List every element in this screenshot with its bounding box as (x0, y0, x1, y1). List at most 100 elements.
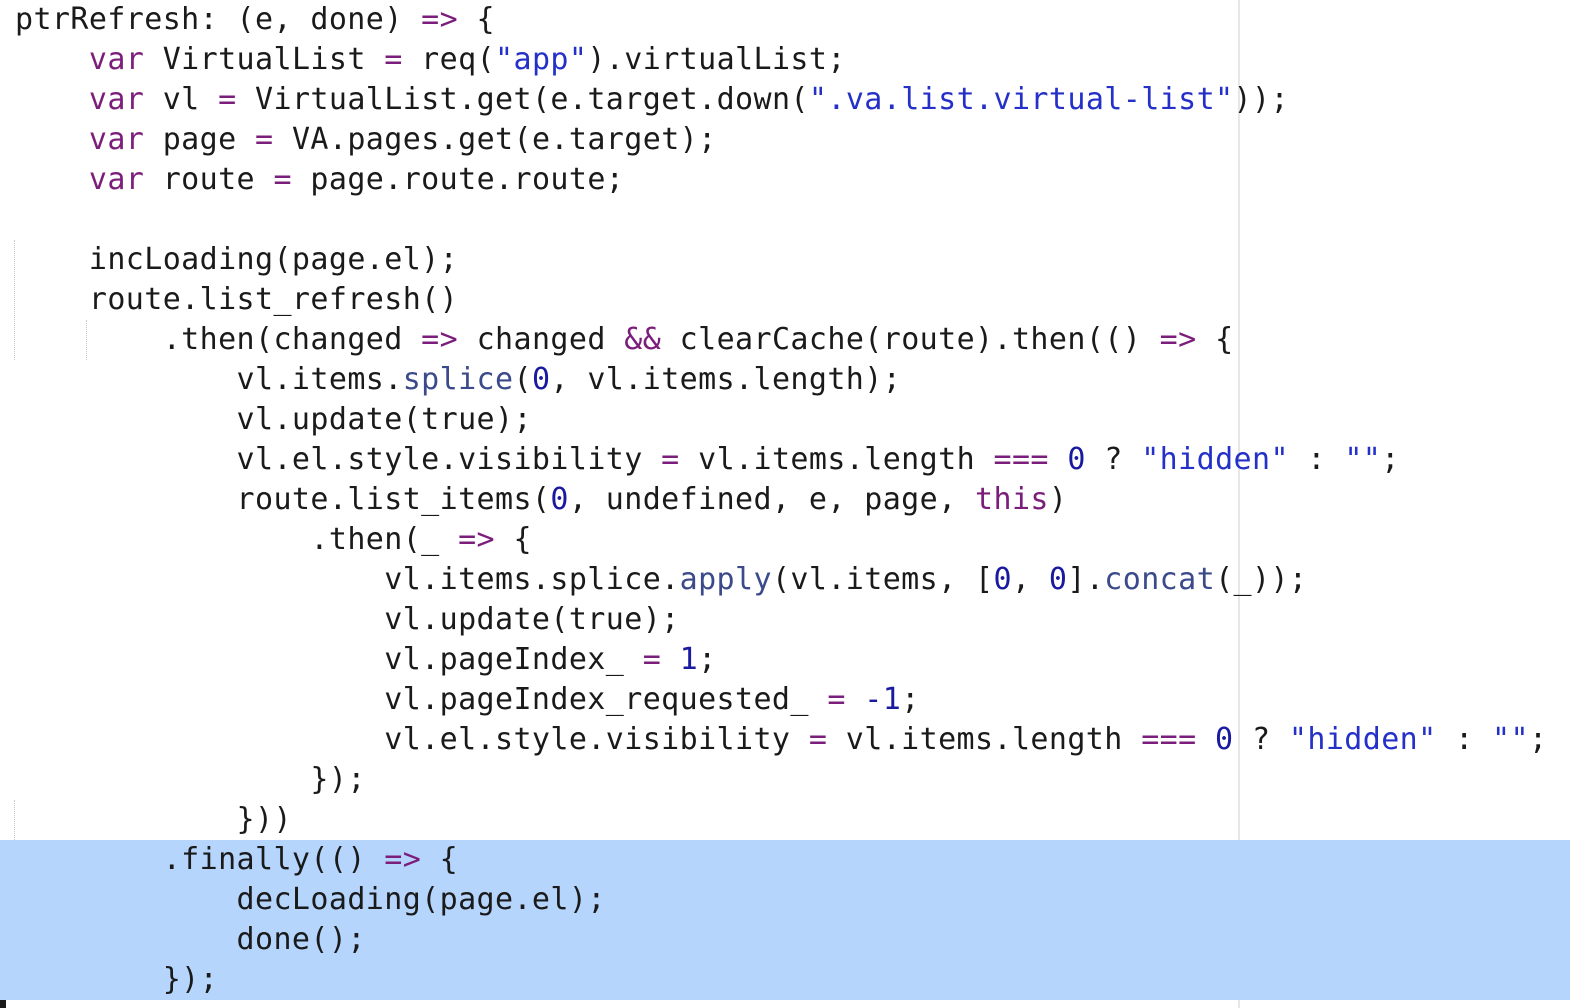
code-token: var (88, 82, 145, 117)
code-token: route (144, 162, 274, 197)
code-token: vl.pageIndex_requested_ (384, 682, 828, 717)
code-line[interactable]: .finally(() => { (0, 840, 1570, 880)
code-token: ; (698, 642, 717, 677)
code-token: 0 (1048, 562, 1068, 597)
code-token: = (255, 122, 274, 157)
code-token: { (458, 2, 496, 37)
code-token: clearCache(route).then(() (661, 322, 1160, 357)
code-token: ".va.list.virtual-list" (808, 82, 1234, 117)
code-token: var (88, 162, 145, 197)
code-token: VirtualList (144, 42, 385, 77)
code-line[interactable]: var route = page.route.route; (0, 160, 1570, 200)
code-line[interactable]: decLoading(page.el); (0, 880, 1570, 920)
code-token: ; (1381, 442, 1400, 477)
code-token: = (273, 162, 292, 197)
code-token: ]. (1067, 562, 1105, 597)
code-area[interactable]: ptrRefresh: (e, done) => { var VirtualLi… (0, 0, 1570, 1000)
code-line[interactable]: incLoading(page.el); (0, 240, 1570, 280)
code-token: , (1011, 562, 1049, 597)
code-line[interactable]: vl.el.style.visibility = vl.items.length… (0, 440, 1570, 480)
code-token: .finally(() (162, 842, 385, 877)
code-editor[interactable]: ptrRefresh: (e, done) => { var VirtualLi… (0, 0, 1570, 1008)
code-token: ? (1233, 722, 1289, 757)
code-token: 0 (1067, 442, 1086, 477)
code-token: "" (1492, 722, 1529, 757)
code-token: vl.items. (236, 362, 403, 397)
text-cursor (0, 1000, 6, 1008)
code-line[interactable]: route.list_items(0, undefined, e, page, … (0, 480, 1570, 520)
code-line[interactable]: vl.update(true); (0, 400, 1570, 440)
code-token: => (384, 842, 422, 877)
code-token: => (458, 522, 496, 557)
code-line[interactable]: route.list_refresh() (0, 280, 1570, 320)
code-token: vl (144, 82, 219, 117)
code-token: }); (310, 762, 366, 797)
code-line[interactable]: vl.update(true); (0, 600, 1570, 640)
code-line[interactable]: done(); (0, 920, 1570, 960)
code-token: ; (901, 682, 920, 717)
code-line[interactable]: ptrRefresh: (e, done) => { (0, 0, 1570, 40)
code-line[interactable]: }); (0, 960, 1570, 1000)
code-line[interactable]: vl.pageIndex_requested_ = -1; (0, 680, 1570, 720)
code-token: route.list_items( (236, 482, 551, 517)
code-token: 0 (1215, 722, 1234, 757)
code-line[interactable] (0, 200, 1570, 240)
code-token: vl.pageIndex_ (384, 642, 643, 677)
code-token: => (421, 2, 459, 37)
code-token: vl.items.splice. (384, 562, 680, 597)
code-token: ( (513, 362, 532, 397)
code-token: }); (162, 962, 219, 997)
code-token: var (88, 122, 145, 157)
code-token: , vl.items.length); (550, 362, 902, 397)
code-line[interactable]: })) (0, 800, 1570, 840)
code-line[interactable]: vl.items.splice(0, vl.items.length); (0, 360, 1570, 400)
code-token: { (421, 842, 459, 877)
code-token: , undefined, e, page, (568, 482, 976, 517)
code-token: )); (1233, 82, 1289, 117)
code-token: === (993, 442, 1049, 477)
code-token: vl.items.length (827, 722, 1142, 757)
code-token: route.list_refresh() (88, 282, 459, 317)
code-token: && (624, 322, 662, 357)
code-token: incLoading(page.el); (88, 242, 459, 277)
code-token: var (88, 42, 145, 77)
code-line[interactable]: }); (0, 760, 1570, 800)
code-token: .then(changed (162, 322, 422, 357)
code-line[interactable]: var VirtualList = req("app").virtualList… (0, 40, 1570, 80)
code-line[interactable]: .then(changed => changed && clearCache(r… (0, 320, 1570, 360)
code-token: vl.update(true); (236, 402, 532, 437)
code-line[interactable]: var vl = VirtualList.get(e.target.down("… (0, 80, 1570, 120)
code-line[interactable]: vl.pageIndex_ = 1; (0, 640, 1570, 680)
code-line[interactable]: .then(_ => { (0, 520, 1570, 560)
code-token: 0 (531, 362, 551, 397)
code-token: = (808, 722, 828, 757)
code-token: (vl.items, [ (771, 562, 994, 597)
code-token: done(); (236, 922, 366, 957)
code-line[interactable]: vl.el.style.visibility = vl.items.length… (0, 720, 1570, 760)
code-token: = (827, 682, 846, 717)
code-line[interactable]: var page = VA.pages.get(e.target); (0, 120, 1570, 160)
code-line[interactable]: vl.items.splice.apply(vl.items, [0, 0].c… (0, 560, 1570, 600)
code-token: "hidden" (1141, 442, 1289, 477)
code-token: 0 (993, 562, 1012, 597)
